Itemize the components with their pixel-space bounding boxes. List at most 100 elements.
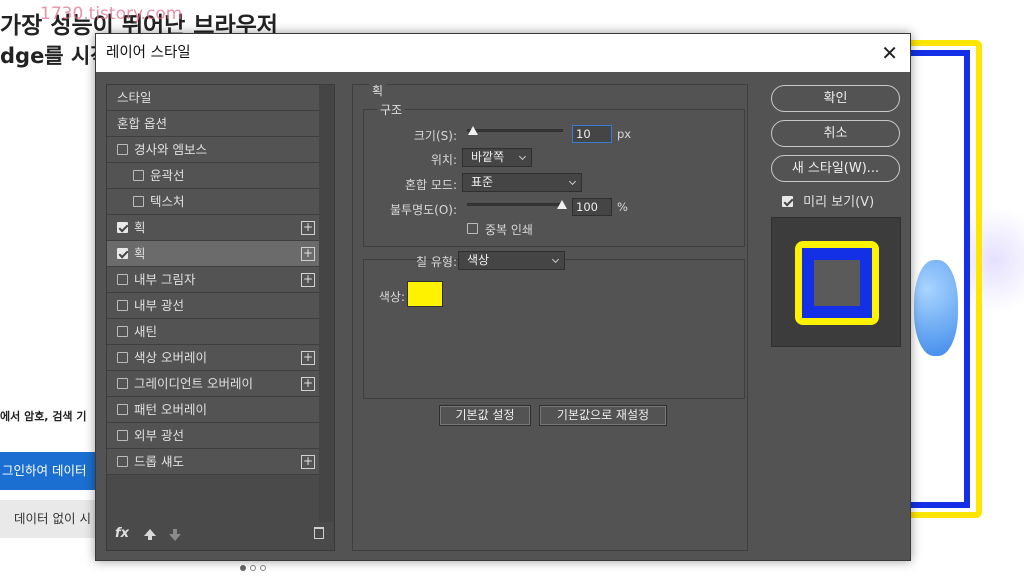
add-effect-icon[interactable]: + [301, 351, 315, 365]
style-list-item[interactable]: 외부 광선 [107, 423, 319, 449]
style-checkbox[interactable] [117, 222, 128, 233]
dialog-title: 레이어 스타일 [106, 45, 191, 61]
style-list-label: 드롭 섀도 [134, 454, 184, 469]
blend-mode-dropdown[interactable]: 표준 [462, 173, 582, 192]
carousel-dot[interactable] [240, 565, 246, 571]
chevron-down-icon [551, 255, 560, 264]
close-icon[interactable]: ✕ [881, 34, 898, 72]
style-list-item[interactable]: 새틴 [107, 319, 319, 345]
style-checkbox[interactable] [117, 404, 128, 415]
style-list-item[interactable]: 내부 그림자 + [107, 267, 319, 293]
continue-without-data-button[interactable]: 데이터 없이 시 [0, 500, 96, 538]
size-label: 크기(S): [413, 129, 457, 143]
add-effect-icon[interactable]: + [301, 247, 315, 261]
position-dropdown[interactable]: 바깥쪽 [462, 148, 532, 167]
style-checkbox[interactable] [117, 248, 128, 259]
styles-scrollbar[interactable] [319, 85, 334, 522]
style-list-item[interactable]: 경사와 엠보스 [107, 137, 319, 163]
cancel-button[interactable]: 취소 [771, 120, 900, 147]
add-effect-icon[interactable]: + [301, 221, 315, 235]
fill-group [363, 259, 745, 399]
blend-mode-label: 혼합 모드: [404, 178, 457, 192]
stroke-section-title: 획 [369, 82, 387, 99]
page-subheadline: dge를 시작 [0, 44, 110, 68]
style-list-item[interactable]: 색상 오버레이 + [107, 345, 319, 371]
add-effect-icon[interactable]: + [301, 273, 315, 287]
style-list-label: 그레이디언트 오버레이 [134, 376, 253, 391]
sign-in-sync-button[interactable]: 그인하여 데이터 [0, 452, 96, 490]
style-checkbox[interactable] [117, 430, 128, 441]
opacity-slider-thumb[interactable] [557, 200, 567, 209]
blue-blob-shape [914, 260, 958, 356]
color-label: 색상: [378, 290, 405, 304]
opacity-slider[interactable] [467, 200, 567, 209]
watermark: 1730.tistory.com [40, 4, 183, 24]
preview-toggle[interactable]: 미리 보기(V) [782, 191, 874, 210]
layer-style-dialog: 레이어 스타일 ✕ 스타일 혼합 옵션 경사와 엠보스 윤곽선 텍스처 획 + 획 + 내부 그림… [95, 33, 911, 561]
carousel-dot[interactable] [250, 565, 256, 571]
style-list-label: 내부 광선 [134, 298, 184, 313]
canvas-artwork [906, 40, 1024, 520]
position-value: 바깥쪽 [471, 150, 505, 164]
style-checkbox[interactable] [133, 196, 144, 207]
style-checkbox[interactable] [117, 144, 128, 155]
style-list-item[interactable]: 텍스처 [107, 189, 319, 215]
style-checkbox[interactable] [117, 352, 128, 363]
style-checkbox[interactable] [117, 326, 128, 337]
preview-checkbox[interactable] [782, 196, 793, 207]
add-effect-icon[interactable]: + [301, 377, 315, 391]
move-up-icon[interactable] [144, 529, 156, 540]
style-list-label: 새틴 [134, 324, 158, 339]
add-effect-icon[interactable]: + [301, 455, 315, 469]
style-list-item[interactable]: 혼합 옵션 [107, 111, 319, 137]
stroke-color-swatch[interactable] [407, 281, 443, 307]
overprint-checkbox[interactable] [467, 223, 478, 234]
style-checkbox[interactable] [133, 170, 144, 181]
style-checkbox[interactable] [117, 274, 128, 285]
style-list-item[interactable]: 획 + [107, 241, 319, 267]
fill-type-dropdown[interactable]: 색상 [458, 251, 565, 270]
style-list-item[interactable]: 스타일 [107, 85, 319, 111]
style-checkbox[interactable] [117, 378, 128, 389]
dialog-titlebar[interactable]: 레이어 스타일 ✕ [96, 34, 910, 72]
position-label: 위치: [430, 153, 457, 167]
carousel-dots [240, 565, 266, 571]
style-list-label: 내부 그림자 [134, 272, 196, 287]
style-list-item[interactable]: 획 + [107, 215, 319, 241]
new-style-button[interactable]: 새 스타일(W)... [771, 155, 900, 182]
size-unit: px [617, 127, 632, 141]
trash-icon[interactable] [314, 527, 324, 539]
size-input[interactable]: 10 [572, 125, 612, 143]
style-preview [771, 217, 901, 347]
style-checkbox[interactable] [117, 300, 128, 311]
chevron-down-icon [518, 152, 527, 161]
ok-button[interactable]: 확인 [771, 85, 900, 112]
fx-icon[interactable]: fx [115, 526, 129, 541]
style-list-item[interactable]: 드롭 섀도 + [107, 449, 319, 475]
size-slider-thumb[interactable] [467, 126, 478, 135]
structure-title: 구조 [377, 101, 406, 118]
style-list-label: 색상 오버레이 [134, 350, 207, 365]
carousel-dot[interactable] [260, 565, 266, 571]
style-list-item[interactable]: 윤곽선 [107, 163, 319, 189]
styles-list: 스타일 혼합 옵션 경사와 엠보스 윤곽선 텍스처 획 + 획 + 내부 그림자 + 내부 광선 새틴 색… [107, 85, 319, 475]
style-list-label: 혼합 옵션 [117, 116, 167, 131]
style-list-item[interactable]: 내부 광선 [107, 293, 319, 319]
move-down-icon[interactable] [169, 529, 181, 541]
style-list-label: 획 [134, 220, 146, 235]
make-default-button[interactable]: 기본값 설정 [439, 405, 531, 426]
reset-default-button[interactable]: 기본값으로 재설정 [539, 405, 667, 426]
size-slider[interactable] [467, 126, 563, 135]
fill-type-value: 색상 [467, 253, 490, 267]
style-list-label: 외부 광선 [134, 428, 184, 443]
style-list-label: 경사와 엠보스 [134, 142, 207, 157]
opacity-unit: % [617, 200, 628, 214]
style-checkbox[interactable] [117, 456, 128, 467]
style-list-label: 윤곽선 [150, 168, 185, 183]
opacity-input[interactable]: 100 [572, 198, 612, 216]
preview-fill [814, 260, 860, 306]
style-list-label: 스타일 [117, 90, 152, 105]
style-list-item[interactable]: 그레이디언트 오버레이 + [107, 371, 319, 397]
style-list-item[interactable]: 패턴 오버레이 [107, 397, 319, 423]
blend-mode-value: 표준 [471, 175, 494, 189]
